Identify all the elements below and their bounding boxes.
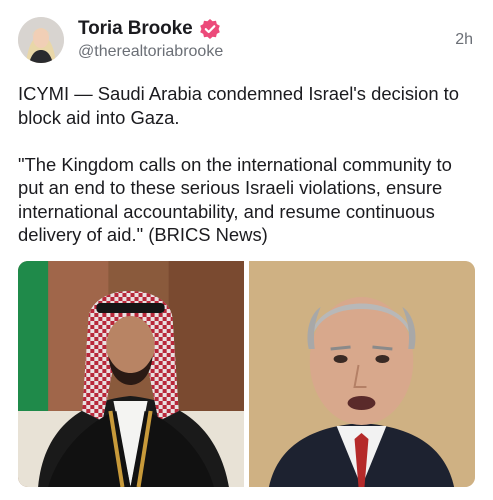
author-handle[interactable]: @therealtoriabrooke bbox=[78, 43, 223, 61]
photo-netanyahu-icon bbox=[249, 261, 475, 487]
post-text: ICYMI — Saudi Arabia condemned Israel's … bbox=[18, 83, 460, 245]
photo-saudi-crown-prince-icon bbox=[18, 261, 244, 487]
verified-check-icon bbox=[199, 18, 221, 40]
media-photo-left[interactable] bbox=[18, 261, 244, 487]
post-timestamp[interactable]: 2h bbox=[455, 31, 473, 49]
author-display-name[interactable]: Toria Brooke bbox=[78, 18, 193, 40]
media-photo-right[interactable] bbox=[249, 261, 475, 487]
author-avatar[interactable] bbox=[18, 17, 64, 63]
post-card: Toria Brooke @therealtoriabrooke 2h ICYM… bbox=[0, 0, 493, 500]
post-media-grid bbox=[18, 261, 475, 487]
profile-photo-icon bbox=[18, 17, 64, 63]
